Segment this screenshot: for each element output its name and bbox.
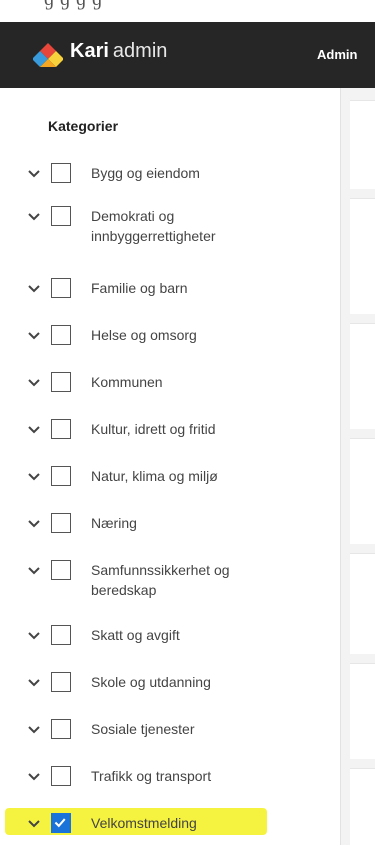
admin-nav-link[interactable]: Admin [317, 47, 357, 62]
chevron-down-icon[interactable] [27, 470, 41, 484]
chevron-down-icon[interactable] [27, 423, 41, 437]
chevron-down-icon[interactable] [27, 564, 41, 578]
content-card [350, 323, 375, 429]
sidebar-title: Kategorier [48, 118, 119, 134]
main-content-edge [340, 88, 375, 846]
category-label: Demokrati og innbyggerrettigheter [91, 208, 216, 244]
chevron-down-icon[interactable] [27, 629, 41, 643]
chevron-down-icon[interactable] [27, 329, 41, 343]
chevron-down-icon[interactable] [27, 210, 41, 224]
chevron-down-icon[interactable] [27, 723, 41, 737]
category-label: Helse og omsorg [91, 327, 197, 343]
category-label: Velkomstmelding [91, 815, 197, 831]
category-label: Kultur, idrett og fritid [91, 421, 216, 437]
checkbox[interactable] [51, 513, 71, 533]
clipped-top-text: ɡ ɡ ɡ ɡ [0, 0, 375, 22]
checkbox[interactable] [51, 206, 71, 226]
checkbox-checked[interactable] [51, 813, 71, 833]
brand-name[interactable]: Kari admin [70, 40, 167, 70]
app-header: Kari admin Admin [0, 22, 375, 88]
checkbox[interactable] [51, 278, 71, 298]
checkbox[interactable] [51, 560, 71, 580]
logo-icon[interactable] [33, 41, 63, 69]
chevron-down-icon[interactable] [27, 517, 41, 531]
content-card [350, 100, 375, 189]
content-card [350, 438, 375, 544]
chevron-down-icon[interactable] [27, 770, 41, 784]
category-label: Trafikk og transport [91, 768, 212, 784]
checkbox[interactable] [51, 625, 71, 645]
category-label: Skatt og avgift [91, 627, 180, 643]
clipped-text: ɡ ɡ ɡ ɡ [44, 0, 103, 11]
category-label: Samfunnssikkerhet og beredskap [91, 562, 230, 598]
content-card [350, 768, 375, 846]
category-label: Bygg og eiendom [91, 165, 200, 181]
checkbox[interactable] [51, 163, 71, 183]
category-label: Natur, klima og miljø [91, 468, 218, 484]
chevron-down-icon[interactable] [27, 817, 41, 831]
checkbox[interactable] [51, 372, 71, 392]
checkmark-icon [54, 818, 66, 828]
checkbox[interactable] [51, 466, 71, 486]
chevron-down-icon[interactable] [27, 167, 41, 181]
content-card [350, 553, 375, 654]
chevron-down-icon[interactable] [27, 676, 41, 690]
brand-bold: Kari [70, 40, 109, 62]
checkbox[interactable] [51, 419, 71, 439]
chevron-down-icon[interactable] [27, 282, 41, 296]
content-card [350, 198, 375, 314]
brand-light: admin [112, 40, 168, 62]
checkbox[interactable] [51, 672, 71, 692]
chevron-down-icon[interactable] [27, 376, 41, 390]
checkbox[interactable] [51, 766, 71, 786]
category-label: Familie og barn [91, 280, 188, 296]
category-label: Sosiale tjenester [91, 721, 195, 737]
category-label: Skole og utdanning [91, 674, 211, 690]
checkbox[interactable] [51, 325, 71, 345]
category-label: Kommunen [91, 374, 163, 390]
content-card [350, 663, 375, 759]
category-label: Næring [91, 515, 137, 531]
checkbox[interactable] [51, 719, 71, 739]
